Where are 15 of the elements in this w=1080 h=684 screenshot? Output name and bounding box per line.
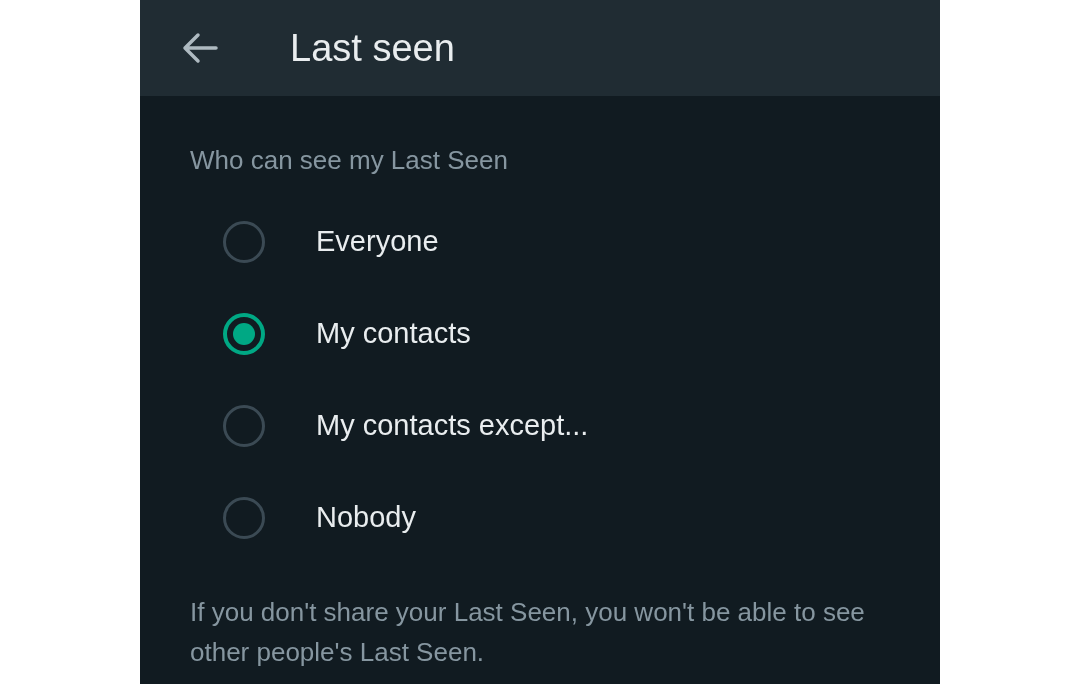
radio-button[interactable] xyxy=(223,313,265,355)
option-label: Everyone xyxy=(316,224,439,260)
radio-option[interactable]: My contacts xyxy=(140,288,940,380)
section-title: Who can see my Last Seen xyxy=(190,144,508,176)
radio-option[interactable]: Nobody xyxy=(140,472,940,564)
footnote: If you don't share your Last Seen, you won't be able to see other people's Last Seen. xyxy=(190,596,866,669)
radio-option[interactable]: Everyone xyxy=(140,196,940,288)
radio-button[interactable] xyxy=(223,405,265,447)
option-label: Nobody xyxy=(316,500,416,536)
radio-option[interactable]: My contacts except... xyxy=(140,380,940,472)
radio-button[interactable] xyxy=(223,497,265,539)
screen-title: Last seen xyxy=(290,25,455,71)
radio-button[interactable] xyxy=(223,221,265,263)
option-label: My contacts except... xyxy=(316,408,589,444)
option-label: My contacts xyxy=(316,316,471,352)
